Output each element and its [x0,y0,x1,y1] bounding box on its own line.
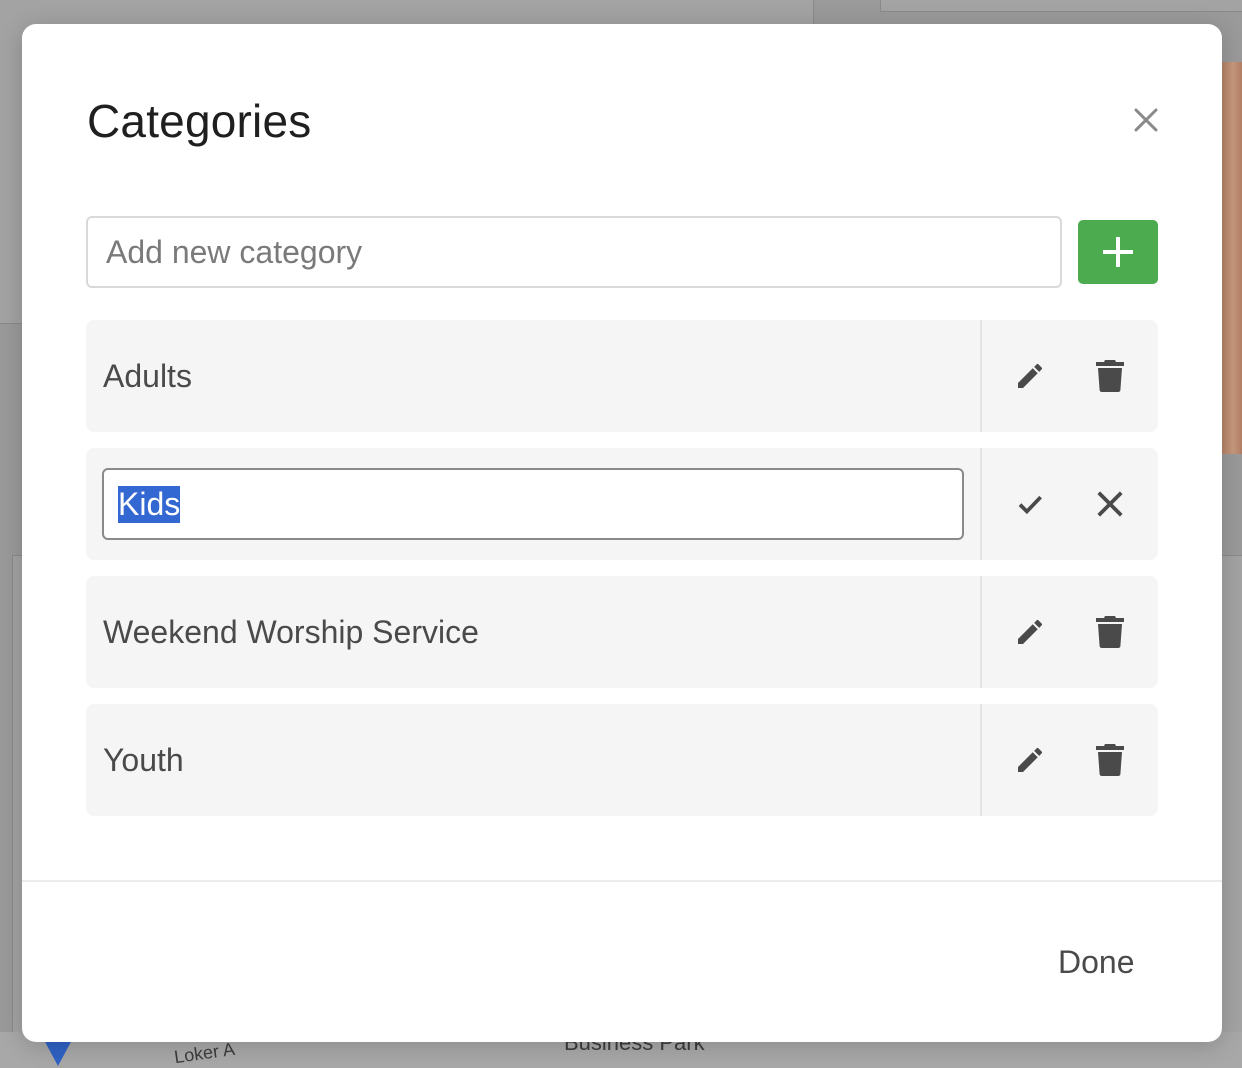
add-category-row [86,216,1158,288]
map-pin-icon [44,1040,72,1066]
edit-category-button[interactable] [1010,740,1050,780]
add-category-input[interactable] [86,216,1062,288]
category-list: Adults Kids Weekend Worship Service Yout… [86,320,1158,832]
pencil-icon [1018,619,1043,644]
add-category-button[interactable] [1078,220,1158,284]
row-divider [980,704,982,816]
category-label: Youth [103,742,184,778]
edit-category-input[interactable] [102,468,964,540]
category-row: Youth [86,704,1158,816]
delete-category-button[interactable] [1090,740,1130,780]
pencil-icon [1018,363,1043,388]
background-panel [880,0,1242,12]
trash-icon [1096,360,1124,392]
save-edit-button[interactable] [1010,484,1050,524]
category-row: Adults [86,320,1158,432]
close-icon [1134,108,1158,132]
check-icon [1018,495,1042,515]
edit-category-button[interactable] [1010,356,1050,396]
done-button[interactable]: Done [1042,932,1151,992]
categories-modal: Categories Adults [22,24,1222,1042]
category-row: Weekend Worship Service [86,576,1158,688]
edit-category-button[interactable] [1010,612,1050,652]
modal-title: Categories [87,95,312,147]
close-icon [1097,491,1123,517]
delete-category-button[interactable] [1090,612,1130,652]
footer-divider [22,880,1222,882]
trash-icon [1096,616,1124,648]
category-label: Adults [103,358,192,394]
trash-icon [1096,744,1124,776]
pencil-icon [1018,747,1043,772]
cancel-edit-button[interactable] [1090,484,1130,524]
row-divider [980,448,982,560]
delete-category-button[interactable] [1090,356,1130,396]
close-modal-button[interactable] [1126,100,1166,140]
row-divider [980,320,982,432]
category-label: Weekend Worship Service [103,614,479,650]
category-row-editing [86,448,1158,560]
row-divider [980,576,982,688]
plus-icon [1103,237,1133,267]
